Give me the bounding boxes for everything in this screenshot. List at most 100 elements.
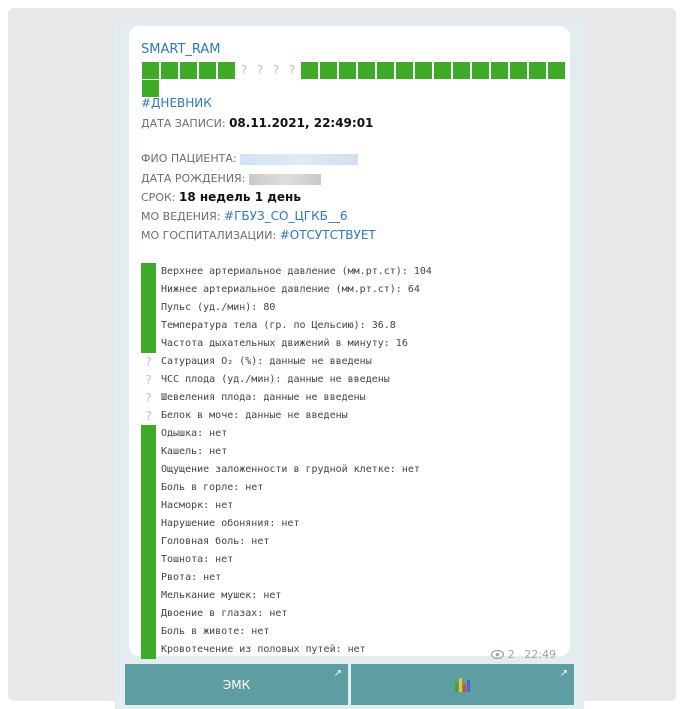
status-square [472, 62, 489, 79]
indicator-text: Рвота: нет [161, 572, 222, 583]
status-square [434, 62, 451, 79]
indicator-text: Головная боль: нет [161, 536, 270, 547]
indicator-text: Ощущение заложенности в грудной клетке: … [161, 464, 420, 475]
status-square [142, 62, 159, 79]
mo-lead-line: МО ВЕДЕНИЯ: #ГБУЗ_СО_ЦГКБ__6 [141, 209, 348, 223]
indicator-text: Боль в животе: нет [161, 626, 270, 637]
patient-name-label: ФИО ПАЦИЕНТА: [141, 152, 237, 165]
indicator-text: Одышка: нет [161, 428, 228, 439]
status-square [142, 80, 159, 97]
indicator-text: Шевеления плода: данные не введены [161, 392, 366, 403]
status-square [548, 62, 565, 79]
status-ok-indicator [141, 623, 156, 641]
indicator-text: Нижнее артериальное давление (мм.рт.ст):… [161, 284, 420, 295]
mo-hosp-hashtag[interactable]: #ОТСУТСТВУЕТ [280, 228, 376, 242]
status-square [320, 62, 337, 79]
status-square [358, 62, 375, 79]
status-ok-indicator [141, 497, 156, 515]
bar-chart-icon [455, 677, 470, 692]
record-date-label: ДАТА ЗАПИСИ: [141, 117, 226, 130]
indicator-text: ЧСС плода (уд./мин): данные не введены [161, 374, 390, 385]
term-value: 18 недель 1 день [179, 190, 301, 204]
status-ok-indicator [141, 479, 156, 497]
chat-screenshot: SMART_RAM ???? #ДНЕВНИК ДАТА ЗАПИСИ: 08.… [115, 20, 584, 709]
birth-date-line: ДАТА РОЖДЕНИЯ: [141, 172, 321, 185]
status-ok-indicator [141, 461, 156, 479]
status-ok-indicator [141, 551, 156, 569]
status-unknown-indicator: ? [144, 391, 153, 405]
status-square [377, 62, 394, 79]
patient-name-redacted [240, 153, 359, 165]
indicator-text: Белок в моче: данные не введены [161, 410, 348, 421]
record-date-value: 08.11.2021, 22:49:01 [229, 116, 374, 130]
indicator-text: Частота дыхательных движений в минуту: 1… [161, 338, 408, 349]
status-unknown-mark: ? [256, 63, 264, 77]
status-unknown-indicator: ? [144, 355, 153, 369]
patient-name-line: ФИО ПАЦИЕНТА: [141, 152, 359, 165]
status-ok-indicator [141, 281, 156, 299]
indicator-text: Мелькание мушек: нет [161, 590, 282, 601]
hashtag-diary[interactable]: #ДНЕВНИК [141, 96, 212, 110]
indicator-text: Тошнота: нет [161, 554, 234, 565]
status-unknown-mark: ? [272, 63, 280, 77]
status-ok-indicator [141, 515, 156, 533]
indicator-text: Кровотечение из половых путей: нет [161, 644, 366, 655]
message-time: 22:49 [524, 648, 556, 661]
status-ok-indicator [141, 263, 156, 281]
status-square [510, 62, 527, 79]
status-ok-indicator [141, 335, 156, 353]
status-ok-indicator [141, 605, 156, 623]
chart-button[interactable]: ↗ [351, 664, 574, 705]
mo-hosp-line: МО ГОСПИТАЛИЗАЦИИ: #ОТСУТСТВУЕТ [141, 228, 376, 242]
status-square [199, 62, 216, 79]
birth-date-redacted [248, 173, 321, 185]
mo-lead-hashtag[interactable]: #ГБУЗ_СО_ЦГКБ__6 [224, 209, 347, 223]
mo-hosp-label: МО ГОСПИТАЛИЗАЦИИ: [141, 229, 277, 242]
mo-lead-label: МО ВЕДЕНИЯ: [141, 210, 221, 223]
status-ok-indicator [141, 443, 156, 461]
emk-button-label: ЭМК [222, 677, 251, 692]
status-square [415, 62, 432, 79]
status-square [218, 62, 235, 79]
status-square [339, 62, 356, 79]
views-count: 2 [507, 648, 515, 661]
status-ok-indicator [141, 533, 156, 551]
message-bubble: SMART_RAM ???? #ДНЕВНИК ДАТА ЗАПИСИ: 08.… [129, 26, 570, 661]
status-square [396, 62, 413, 79]
message-meta: 2 22:49 [491, 648, 556, 661]
indicator-text: Сатурация O₂ (%): данные не введены [161, 356, 372, 367]
indicator-text: Кашель: нет [161, 446, 228, 457]
status-ok-indicator [141, 299, 156, 317]
term-label: СРОК: [141, 191, 176, 204]
status-ok-indicator [141, 425, 156, 443]
status-unknown-mark: ? [288, 63, 296, 77]
indicator-text: Боль в горле: нет [161, 482, 264, 493]
record-date-line: ДАТА ЗАПИСИ: 08.11.2021, 22:49:01 [141, 116, 373, 130]
status-ok-indicator [141, 641, 156, 659]
indicator-text: Нарушение обоняния: нет [161, 518, 300, 529]
indicator-text: Двоение в глазах: нет [161, 608, 288, 619]
external-link-icon: ↗ [559, 668, 568, 679]
sender-name[interactable]: SMART_RAM [141, 42, 221, 57]
status-square [529, 62, 546, 79]
indicator-text: Насморк: нет [161, 500, 234, 511]
status-square [180, 62, 197, 79]
status-ok-indicator [141, 317, 156, 335]
term-line: СРОК: 18 недель 1 день [141, 190, 301, 204]
status-square [301, 62, 318, 79]
birth-date-label: ДАТА РОЖДЕНИЯ: [141, 172, 246, 185]
indicator-text: Температура тела (гр. по Цельсию): 36.8 [161, 320, 396, 331]
indicator-text: Верхнее артериальное давление (мм.рт.ст)… [161, 266, 432, 277]
status-square [491, 62, 508, 79]
emk-button[interactable]: ЭМК ↗ [125, 664, 348, 705]
indicator-text: Пульс (уд./мин): 80 [161, 302, 276, 313]
status-unknown-indicator: ? [144, 409, 153, 423]
status-square [453, 62, 470, 79]
external-link-icon: ↗ [333, 668, 342, 679]
status-ok-indicator [141, 587, 156, 605]
eye-icon [491, 648, 508, 661]
status-ok-indicator [141, 569, 156, 587]
status-unknown-mark: ? [240, 63, 248, 77]
status-unknown-indicator: ? [144, 373, 153, 387]
status-square [161, 62, 178, 79]
